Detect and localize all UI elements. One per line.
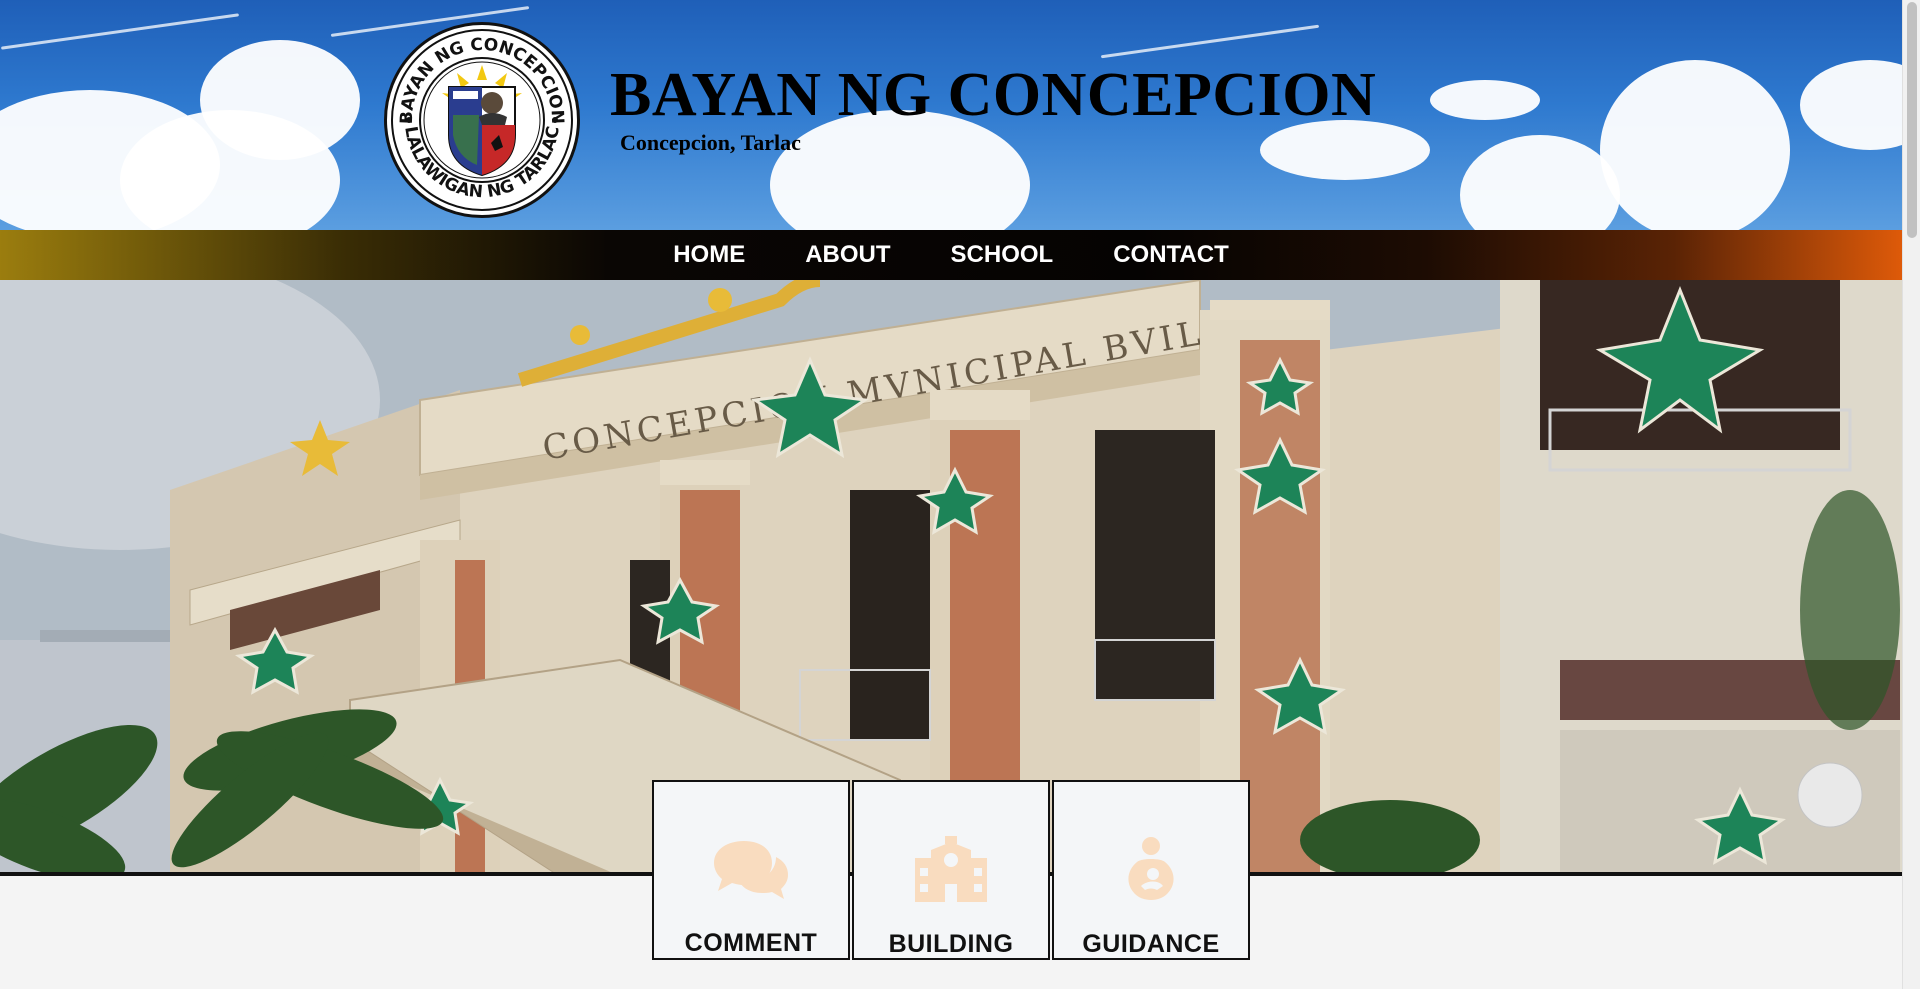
- person-holding-child-icon: [1123, 836, 1179, 902]
- cloud-streak: [0, 13, 240, 50]
- municipal-seal-logo[interactable]: BAYAN NG CONCEPCION LALAWIGAN NG TARLAC: [384, 22, 580, 218]
- school-icon: [915, 836, 987, 902]
- cloud: [1800, 60, 1902, 150]
- cloud: [1430, 80, 1540, 120]
- nav-home-link[interactable]: HOME: [643, 241, 775, 269]
- cloud: [1600, 60, 1790, 230]
- seal-graphic: BAYAN NG CONCEPCION LALAWIGAN NG TARLAC: [391, 29, 573, 211]
- site-header: BAYAN NG CONCEPCION LALAWIGAN NG TARLAC: [0, 0, 1902, 230]
- building-card[interactable]: BUILDING: [852, 780, 1050, 960]
- main-navigation: HOME ABOUT SCHOOL CONTACT: [0, 230, 1902, 280]
- vertical-scrollbar[interactable]: [1902, 0, 1920, 989]
- cloud-streak: [1100, 24, 1320, 59]
- cloud: [1460, 135, 1620, 230]
- comment-card[interactable]: COMMENT: [652, 780, 850, 960]
- guidance-card[interactable]: GUIDANCE: [1052, 780, 1250, 960]
- scrollbar-thumb[interactable]: [1907, 2, 1917, 238]
- comment-card-label: COMMENT: [684, 929, 818, 957]
- site-title: BAYAN NG CONCEPCION: [610, 61, 1377, 129]
- nav-about-link[interactable]: ABOUT: [775, 241, 920, 269]
- cloud: [200, 40, 360, 160]
- guidance-card-label: GUIDANCE: [1082, 930, 1220, 958]
- nav-school-link[interactable]: SCHOOL: [921, 241, 1084, 269]
- comments-icon: [710, 836, 792, 901]
- service-cards: COMMENT BUILDING GUIDANCE: [652, 780, 1250, 960]
- nav-contact-link[interactable]: CONTACT: [1083, 241, 1259, 269]
- building-card-label: BUILDING: [888, 930, 1014, 958]
- site-subtitle: Concepcion, Tarlac: [620, 130, 801, 155]
